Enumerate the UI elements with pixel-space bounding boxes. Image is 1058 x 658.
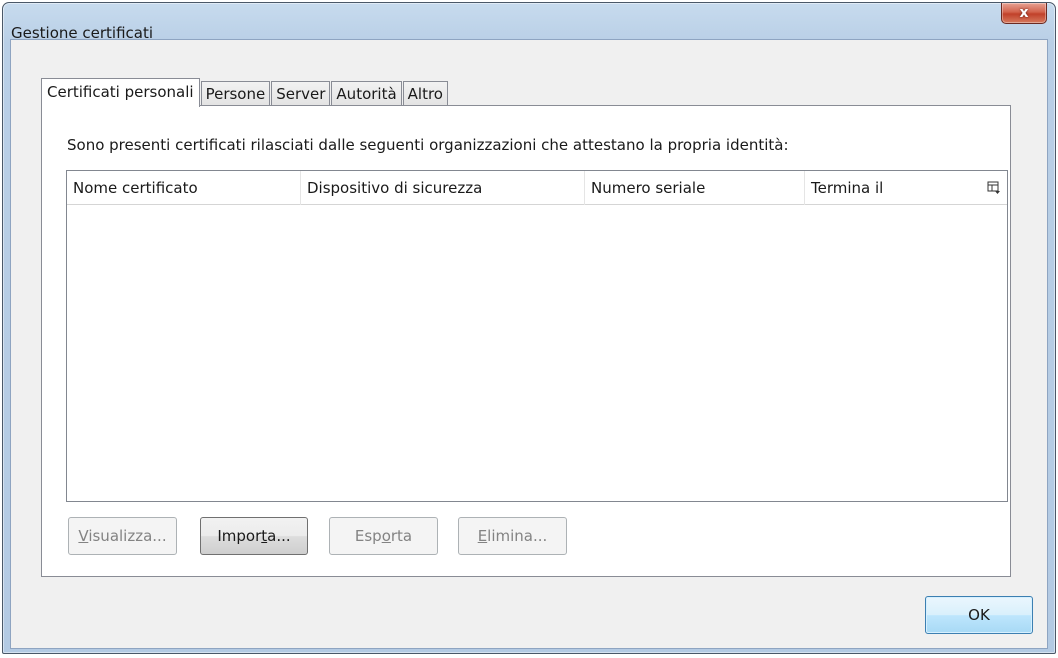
close-icon: x: [1019, 5, 1029, 21]
title-bar[interactable]: Gestione certificati x: [3, 3, 1055, 42]
tab-personal-certificates[interactable]: Certificati personali: [41, 78, 200, 107]
list-header: Nome certificato Dispositivo di sicurezz…: [67, 171, 1007, 205]
column-header-serial-number[interactable]: Numero seriale: [585, 171, 805, 205]
view-button[interactable]: Visualizza...: [68, 517, 177, 555]
export-mnemonic: o: [381, 527, 391, 545]
certificate-list[interactable]: Nome certificato Dispositivo di sicurezz…: [66, 170, 1008, 502]
tab-authorities[interactable]: Autorità: [331, 81, 402, 106]
column-header-certificate-name[interactable]: Nome certificato: [67, 171, 301, 205]
tab-other[interactable]: Altro: [402, 81, 448, 106]
tab-panel-personal-certificates: Sono presenti certificati rilasciati dal…: [41, 105, 1011, 577]
export-button[interactable]: Esporta: [329, 517, 438, 555]
delete-mnemonic: E: [477, 527, 488, 545]
close-button[interactable]: x: [1001, 3, 1047, 24]
dialog-client-area: Certificati personali Persone Server Aut…: [10, 39, 1048, 649]
import-label-pre: Impor: [217, 527, 262, 545]
import-button[interactable]: Importa...: [200, 517, 308, 555]
tab-servers[interactable]: Server: [271, 81, 331, 106]
tab-strip: Certificati personali Persone Server Aut…: [41, 78, 449, 107]
import-label-post: a...: [267, 527, 291, 545]
view-mnemonic: V: [78, 527, 89, 545]
export-label-pre: Esp: [354, 527, 382, 545]
panel-description: Sono presenti certificati rilasciati dal…: [67, 136, 789, 154]
view-label-post: isualizza...: [88, 527, 167, 545]
ok-button[interactable]: OK: [925, 596, 1033, 634]
column-header-expires-on[interactable]: Termina il: [805, 171, 983, 205]
export-label-post: rta: [390, 527, 413, 545]
delete-label-post: limina...: [487, 527, 548, 545]
column-header-security-device[interactable]: Dispositivo di sicurezza: [301, 171, 585, 205]
certificate-manager-window: Gestione certificati x Certificati perso…: [2, 2, 1056, 654]
delete-button[interactable]: Elimina...: [458, 517, 567, 555]
tab-people[interactable]: Persone: [200, 81, 271, 106]
column-picker-icon[interactable]: [987, 181, 1001, 195]
